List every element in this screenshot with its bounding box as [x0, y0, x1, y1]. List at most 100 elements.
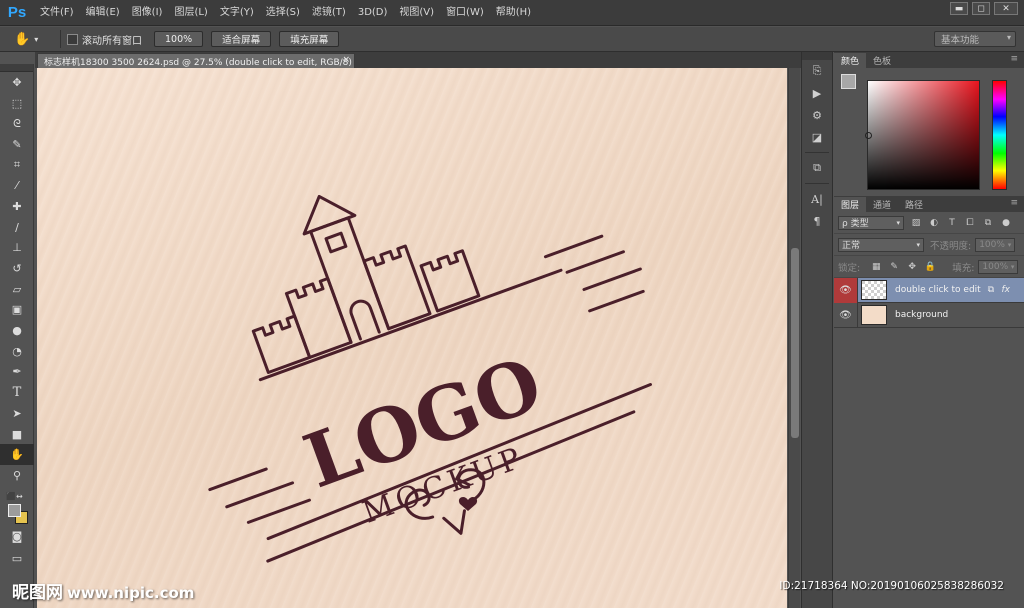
eye-icon[interactable]: 👁 [834, 277, 858, 303]
marquee-tool-icon[interactable]: ⬚ [0, 93, 34, 114]
tab-layers[interactable]: 图层 [834, 197, 867, 212]
menu-image[interactable]: 图像(I) [126, 0, 169, 26]
lock-transparent-icon[interactable]: ▦ [870, 261, 882, 273]
color-spectrum-field[interactable] [867, 80, 980, 190]
foreground-color-swatch[interactable] [841, 74, 856, 89]
gradient-tool-icon[interactable]: ▣ [0, 300, 34, 321]
panel-grip[interactable] [0, 64, 33, 72]
crop-tool-icon[interactable]: ⌗ [0, 155, 34, 176]
menu-window[interactable]: 窗口(W) [440, 0, 490, 26]
close-icon[interactable]: × [342, 55, 350, 65]
lock-position-icon[interactable]: ✥ [906, 261, 918, 273]
shape-tool-icon[interactable]: ■ [0, 424, 34, 445]
scrollbar-thumb[interactable] [791, 248, 799, 438]
menu-file[interactable]: 文件(F) [34, 0, 80, 26]
menu-help[interactable]: 帮助(H) [490, 0, 537, 26]
lasso-tool-icon[interactable]: ᘓ [0, 113, 34, 134]
ornament-point [442, 509, 466, 535]
collapsed-panels-strip: ⎘ ▶ ⚙ ◪ ⧉ A| ¶ [801, 52, 833, 608]
layer-filter-select[interactable]: ρ 类型 ▾ [838, 215, 904, 230]
castle-roof [302, 194, 357, 236]
scroll-all-checkbox[interactable] [67, 33, 78, 45]
shape-filter-icon[interactable]: ⧠ [964, 217, 976, 229]
fit-screen-button[interactable]: 适合屏幕 [211, 31, 272, 47]
adjustments-panel-icon[interactable]: ◪ [802, 126, 832, 148]
path-select-tool-icon[interactable]: ➤ [0, 403, 34, 424]
filter-toggle-icon[interactable]: ● [1000, 217, 1012, 229]
lock-pixels-icon[interactable]: ✎ [888, 261, 900, 273]
menu-3d[interactable]: 3D(D) [352, 0, 394, 26]
blend-mode-select[interactable]: 正常 ▾ [838, 237, 924, 252]
menu-filter[interactable]: 滤镜(T) [306, 0, 352, 26]
blur-tool-icon[interactable]: ● [0, 320, 34, 341]
panel-menu-icon[interactable]: ≡ [1010, 54, 1018, 64]
chevron-down-icon: ▾ [896, 218, 900, 227]
type-tool-icon[interactable]: T [0, 382, 34, 403]
tab-paths[interactable]: 路径 [898, 197, 930, 212]
screen-mode-icon[interactable]: ▭ [0, 548, 34, 569]
stamp-tool-icon[interactable]: ⊥ [0, 238, 34, 259]
watermark-id: ID:21718364 NO:20190106025838286032 [779, 580, 1004, 592]
fill-screen-button[interactable]: 填充屏幕 [279, 31, 340, 47]
eyedropper-tool-icon[interactable]: ⁄ [0, 175, 34, 196]
color-picker-cursor[interactable] [865, 132, 872, 139]
menu-type[interactable]: 文字(Y) [214, 0, 260, 26]
panel-grip[interactable] [802, 52, 832, 60]
canvas-vertical-scrollbar[interactable] [788, 68, 800, 608]
quick-select-tool-icon[interactable]: ✎ [0, 134, 34, 155]
actions-panel-icon[interactable]: ▶ [802, 82, 832, 104]
layer-name[interactable]: background [895, 310, 948, 320]
document-tab[interactable]: 标志样机18300 3500 2624.psd @ 27.5% (double … [37, 53, 355, 68]
history-panel-icon[interactable]: ⎘ [802, 60, 832, 82]
character-panel-icon[interactable]: A| [802, 188, 832, 210]
fx-icon[interactable]: fx [1002, 285, 1011, 295]
tab-color[interactable]: 颜色 [834, 53, 867, 68]
eye-icon[interactable]: 👁 [834, 302, 858, 328]
workspace-switcher[interactable]: 基本功能 ▾ [934, 31, 1016, 47]
panel-menu-icon[interactable]: ≡ [1010, 198, 1018, 208]
smart-object-filter-icon[interactable]: ⧉ [982, 217, 994, 229]
minimize-button[interactable]: ▬ [950, 2, 968, 15]
lock-all-icon[interactable]: 🔒 [924, 261, 936, 273]
zoom-tool-icon[interactable]: ⚲ [0, 465, 34, 486]
image-filter-icon[interactable]: ▨ [910, 217, 922, 229]
fill-input[interactable]: 100% ▾ [978, 259, 1019, 274]
paragraph-panel-icon[interactable]: ¶ [802, 210, 832, 232]
layer-row-smart-object[interactable]: 👁 double click to edit ⧉ fx [834, 277, 1024, 303]
restore-button[interactable]: ◻ [972, 2, 990, 15]
move-tool-icon[interactable]: ✥ [0, 72, 34, 93]
tool-preset-picker[interactable]: ✋ ▾ [14, 29, 54, 49]
layer-thumbnail[interactable] [861, 305, 887, 325]
menu-edit[interactable]: 编辑(E) [80, 0, 126, 26]
layer-filter-row: ρ 类型 ▾ ▨ ◐ T ⧠ ⧉ ● [834, 212, 1024, 234]
menu-view[interactable]: 视图(V) [393, 0, 440, 26]
foreground-color-swatch[interactable] [8, 504, 21, 517]
layer-row-background[interactable]: 👁 background [834, 302, 1024, 328]
opacity-input[interactable]: 100% ▾ [975, 237, 1016, 252]
brush-tool-icon[interactable]: ∕ [0, 217, 34, 238]
hand-tool-icon[interactable]: ✋ [0, 444, 34, 466]
layer-name[interactable]: double click to edit [895, 285, 981, 295]
close-button[interactable]: ✕ [994, 2, 1018, 15]
actual-pixels-button[interactable]: 100% [154, 31, 204, 47]
layer-thumbnail[interactable] [861, 280, 887, 300]
pen-tool-icon[interactable]: ✒ [0, 362, 34, 383]
tab-channels[interactable]: 通道 [866, 197, 898, 212]
dodge-tool-icon[interactable]: ◔ [0, 341, 34, 362]
tab-swatches[interactable]: 色板 [866, 53, 898, 68]
clone-source-panel-icon[interactable]: ⧉ [802, 157, 832, 179]
chevron-down-icon: ▾ [1006, 33, 1011, 42]
properties-panel-icon[interactable]: ⚙ [802, 104, 832, 126]
adjustment-filter-icon[interactable]: ◐ [928, 217, 940, 229]
menu-select[interactable]: 选择(S) [260, 0, 306, 26]
logo-mockup-artwork: LOGO MOCKUP [208, 194, 652, 563]
quick-mask-icon[interactable]: ◙ [0, 526, 34, 547]
document-canvas[interactable]: LOGO MOCKUP [37, 68, 787, 608]
healing-tool-icon[interactable]: ✚ [0, 196, 34, 217]
menu-layer[interactable]: 图层(L) [168, 0, 213, 26]
eraser-tool-icon[interactable]: ▱ [0, 279, 34, 300]
right-stripe [565, 250, 625, 274]
hue-slider[interactable] [992, 80, 1007, 190]
type-filter-icon[interactable]: T [946, 217, 958, 229]
history-brush-tool-icon[interactable]: ↺ [0, 258, 34, 279]
